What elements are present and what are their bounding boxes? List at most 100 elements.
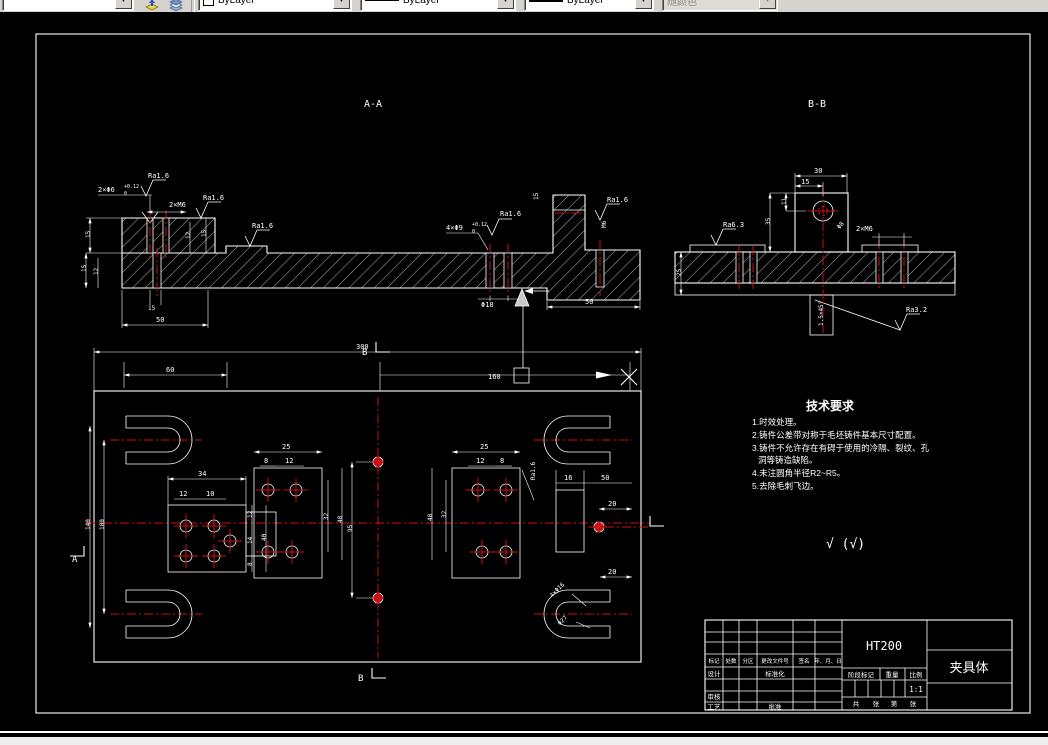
svg-text:15: 15 [148,305,156,312]
window-divider [0,731,1048,733]
svg-text:12: 12 [93,267,100,275]
linetype-glyph [365,0,399,1]
svg-text:工艺: 工艺 [708,703,722,711]
svg-text:Ra1.6: Ra1.6 [500,210,521,218]
svg-text:+0.12: +0.12 [124,184,139,190]
plan-u-slots [125,415,611,639]
chevron-down-icon[interactable]: ▼ [333,0,350,9]
color-dropdown[interactable]: ByLayer ▼ [198,0,352,11]
section-mark-a-right [649,516,664,527]
linetype-dropdown[interactable]: ByLayer ▼ [360,0,516,11]
surface-finish-icon [195,201,221,219]
section-mark-b-bottom: B [358,674,363,684]
svg-text:签名: 签名 [798,657,809,665]
layer-dropdown[interactable]: ▼ [2,0,134,11]
svg-text:12: 12 [285,457,293,465]
svg-text:2×M6: 2×M6 [856,225,873,233]
toolbar-separator [191,0,195,12]
plan-top-dimensions: 300 60 160 [93,343,642,391]
svg-text:1.5×45°: 1.5×45° [818,301,825,326]
layers-icon [169,0,183,12]
bb-flange [674,282,956,296]
svg-text:160: 160 [488,373,501,381]
svg-text:Ra1.6: Ra1.6 [252,222,273,230]
svg-text:11: 11 [781,197,788,205]
material-spec: HT200 [866,639,902,653]
svg-text:140: 140 [85,519,92,530]
svg-text:洞等铸造缺陷。: 洞等铸造缺陷。 [758,455,818,465]
svg-text:20: 20 [608,500,616,508]
svg-text:设计: 设计 [708,669,722,678]
tech-req-title: 技术要求 [806,398,855,413]
plan-view: 34 12 10 12 14 8 40 25 8 12 32 48 25 12 … [70,342,664,684]
svg-text:Φ8: Φ8 [836,220,846,230]
svg-text:15: 15 [201,229,208,237]
make-layer-current-button[interactable] [140,0,164,12]
section-marks: B B A [70,342,664,684]
svg-text:12: 12 [185,231,192,239]
svg-text:Φ18: Φ18 [481,301,494,309]
svg-text:1.时效处理。: 1.时效处理。 [752,417,802,427]
svg-text:48: 48 [337,515,344,523]
svg-text:Ra1.6: Ra1.6 [530,462,537,480]
svg-text:25: 25 [282,443,290,451]
svg-text:分区: 分区 [742,657,754,665]
svg-text:0: 0 [124,191,127,197]
svg-text:32: 32 [441,510,448,518]
plotstyle-dropdown: 随颜色 ▼ [662,0,778,11]
svg-text:5.去除毛刺飞边。: 5.去除毛刺飞边。 [752,481,819,491]
model-space-canvas[interactable]: A-A 2×Φ6 +0.12 0 Ra1.6 2×M6 Ra1.6 Ra1.6 … [0,12,1048,731]
title-block: HT200 夹具体 标记 处数 分区 更改文件号 签名 年、月、日 设计 标准化… [704,619,1013,711]
svg-text:标准化: 标准化 [765,669,785,678]
svg-text:25: 25 [480,443,488,451]
svg-text:Ra1.6: Ra1.6 [148,172,169,180]
svg-text:12: 12 [247,510,254,518]
chevron-down-icon: ▼ [759,0,776,9]
svg-text:50: 50 [601,474,609,482]
part-name: 夹具体 [949,660,988,675]
bb-left-pad [689,244,766,253]
svg-text:25: 25 [676,268,683,276]
svg-text:3.铸件不允许存在有碍于使用的冷隔、裂纹、孔: 3.铸件不允许存在有碍于使用的冷隔、裂纹、孔 [752,443,930,453]
color-swatch [203,0,214,6]
svg-text:8: 8 [264,457,268,465]
layer-properties-button[interactable] [164,0,188,12]
cad-application-window: { "toolbar": { "color": "ByLayer", "line… [0,0,1048,745]
svg-text:12: 12 [179,490,187,498]
svg-text:比例: 比例 [910,670,923,679]
plotstyle-value: 随颜色 [667,0,697,8]
section-view-bb: B-B 30 15 11 35 25 2×M6 Ra6.3 Ra3.2 1.5×… [674,99,956,336]
svg-text:4×Φ9: 4×Φ9 [446,224,463,232]
svg-text:15: 15 [81,264,88,272]
bb-body-section [674,251,956,284]
crosshair-cursor [620,368,638,386]
svg-text:0: 0 [472,229,475,235]
svg-text:张: 张 [910,699,917,708]
svg-text:+0.12: +0.12 [472,222,487,228]
svg-text:重量: 重量 [886,671,900,679]
svg-text:Ra6.3: Ra6.3 [723,221,744,229]
svg-text:2×Φ6: 2×Φ6 [98,186,115,194]
svg-text:审核: 审核 [708,692,722,701]
surface-finish-icon [894,313,920,331]
svg-text:M6: M6 [601,220,608,228]
make-layer-current-icon [145,0,159,11]
svg-text:95: 95 [347,524,354,532]
properties-toolbar: ▼ ByLayer ▼ ByLayer ▼ ByLayer ▼ 随颜色 ▼ [0,0,1048,12]
svg-text:Ra3.2: Ra3.2 [906,306,927,314]
chevron-down-icon[interactable]: ▼ [115,0,132,9]
chevron-down-icon[interactable]: ▼ [635,0,652,9]
svg-text:100: 100 [99,519,106,530]
svg-text:35: 35 [765,217,772,225]
surface-finish-icon [594,203,620,221]
svg-text:共: 共 [853,699,860,708]
svg-text:15: 15 [533,192,540,200]
svg-text:标记: 标记 [708,657,720,665]
svg-text:14: 14 [247,536,254,544]
surface-finish-note: √ (√) [826,537,865,552]
chevron-down-icon[interactable]: ▼ [497,0,514,9]
svg-text:50: 50 [585,298,593,306]
lineweight-value: ByLayer [567,0,604,6]
lineweight-dropdown[interactable]: ByLayer ▼ [524,0,654,11]
svg-text:4.未注圆角半径R2~R5。: 4.未注圆角半径R2~R5。 [752,468,845,478]
